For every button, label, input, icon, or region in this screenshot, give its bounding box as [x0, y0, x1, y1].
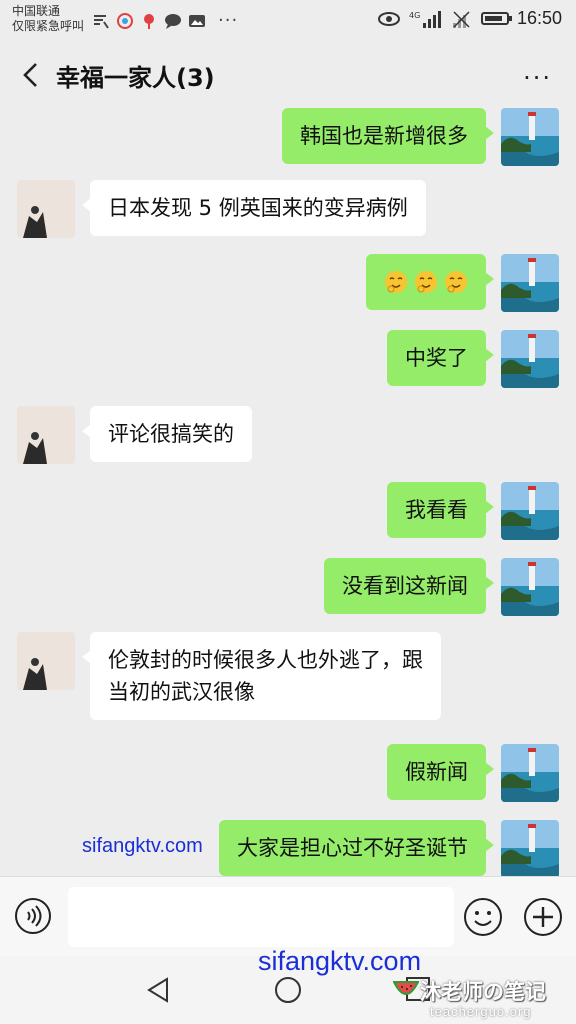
message-bubble[interactable]: 中奖了 — [387, 330, 494, 386]
message-text-line: 当初的武汉很像 — [108, 680, 255, 704]
more-dots-icon[interactable]: ··· — [523, 64, 552, 92]
input-bar — [0, 876, 576, 957]
network-type-label: 4G — [409, 11, 420, 20]
battery-icon — [480, 12, 512, 25]
message-bubble[interactable]: 大家是担心过不好圣诞节 — [219, 820, 494, 876]
message-bubble[interactable]: 评论很搞笑的 — [82, 406, 252, 462]
emoji-face-icon[interactable] — [463, 897, 503, 937]
smirk-emoji-icon — [445, 271, 467, 293]
carrier-name: 中国联通 — [12, 4, 61, 18]
message-bubble[interactable]: 韩国也是新增很多 — [282, 108, 494, 164]
location-pin-icon — [144, 13, 154, 29]
notification-icons: ··· — [92, 10, 238, 31]
message-bubble[interactable]: 日本发现 5 例英国来的变异病例 — [82, 180, 426, 236]
nav-back-icon[interactable] — [145, 976, 171, 1004]
app-notification-icon — [117, 12, 133, 29]
watermark-brand: 沐老师の笔记 — [420, 980, 546, 1004]
more-notifications-icon: ··· — [218, 10, 239, 31]
chevron-left-icon[interactable] — [18, 60, 44, 90]
clock: 16:50 — [516, 8, 562, 28]
smirk-emoji-icon — [415, 271, 437, 293]
plus-icon[interactable] — [523, 897, 563, 937]
status-bar: 中国联通 仅限紧急呼叫 ··· 4G 16:50 — [0, 0, 576, 40]
my-avatar[interactable] — [501, 558, 559, 616]
contact-avatar[interactable] — [17, 180, 75, 238]
signal-strength-icon: 4G — [409, 10, 441, 28]
message-bubble-icon — [165, 13, 181, 29]
system-status: 4G 16:50 — [377, 8, 562, 29]
watermark-site-text: sifangktv.com — [82, 835, 203, 857]
emoji-message-bubble[interactable] — [366, 254, 494, 310]
battery-fill — [484, 16, 502, 21]
my-avatar[interactable] — [501, 330, 559, 388]
nav-home-icon[interactable] — [274, 976, 302, 1004]
chat-title: 幸福一家人(3) — [56, 64, 215, 92]
message-text-line: 伦敦封的时候很多人也外逃了，跟 — [108, 648, 423, 672]
emoji-row — [384, 266, 468, 298]
eye-comfort-icon — [377, 11, 400, 26]
voice-icon[interactable] — [14, 897, 52, 935]
contact-avatar[interactable] — [17, 406, 75, 464]
message-bubble[interactable]: 假新闻 — [387, 744, 494, 800]
watermelon-logo-icon — [393, 981, 419, 995]
message-bubble[interactable]: 伦敦封的时候很多人也外逃了，跟 当初的武汉很像 — [82, 632, 441, 720]
my-avatar[interactable] — [501, 744, 559, 802]
carrier-info: 中国联通 仅限紧急呼叫 — [12, 4, 84, 34]
chat-header: 幸福一家人(3) ··· — [0, 44, 576, 106]
smirk-emoji-icon — [385, 271, 407, 293]
signal-flag-icon — [94, 14, 109, 29]
my-avatar[interactable] — [501, 108, 559, 166]
message-list: 韩国也是新增很多 日本发现 5 例英国来的变异病例 中奖了 评论很搞笑的 我看看… — [0, 106, 576, 876]
message-input[interactable] — [68, 887, 454, 947]
my-avatar[interactable] — [501, 482, 559, 540]
watermark-brand-url: teacherguo.org — [430, 1004, 532, 1019]
contact-avatar[interactable] — [17, 632, 75, 690]
my-avatar[interactable] — [501, 820, 559, 876]
gallery-icon — [189, 14, 205, 27]
message-bubble[interactable]: 没看到这新闻 — [324, 558, 494, 614]
my-avatar[interactable] — [501, 254, 559, 312]
message-bubble[interactable]: 我看看 — [387, 482, 494, 538]
emergency-only-label: 仅限紧急呼叫 — [12, 19, 85, 33]
signal-strength-secondary-icon — [452, 10, 470, 28]
watermark-site-text: sifangktv.com — [258, 946, 422, 976]
